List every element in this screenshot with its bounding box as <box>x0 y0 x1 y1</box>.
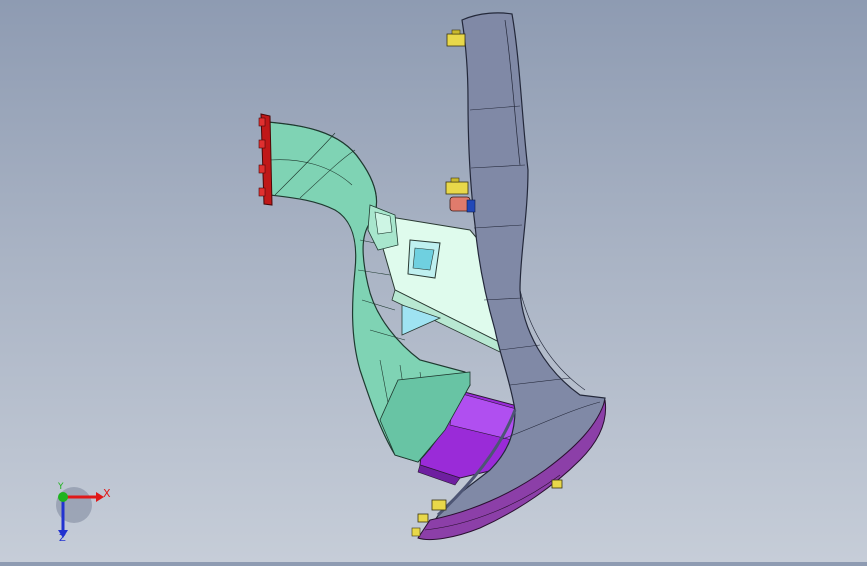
model-canvas[interactable] <box>0 0 867 562</box>
x-axis-label: X <box>103 487 111 500</box>
duct-flange[interactable] <box>258 113 273 206</box>
bolt-mid <box>445 177 469 195</box>
coordinate-triad <box>56 487 104 538</box>
cad-3d-viewport[interactable]: X Y Z <box>0 0 867 562</box>
connector[interactable] <box>449 196 476 213</box>
bolt-top <box>446 29 466 47</box>
y-axis-label: Y <box>58 482 64 492</box>
z-axis-label: Z <box>59 533 66 544</box>
